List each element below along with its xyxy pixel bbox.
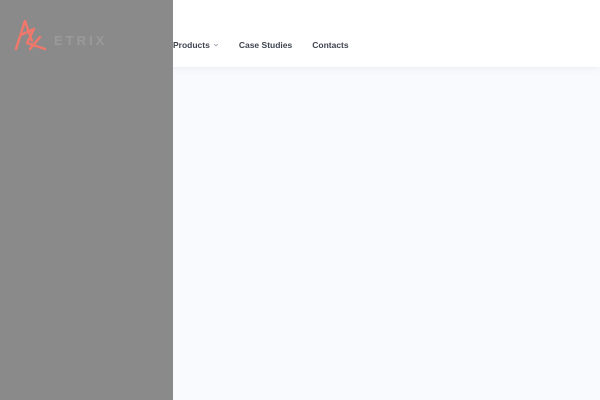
chevron-down-icon [213,43,218,46]
nav-item-label: Products [173,39,210,50]
side-overlay[interactable] [0,0,173,400]
main-nav: Products Case Studies Contacts [173,0,349,89]
site-logo[interactable]: ETRIX [12,17,107,53]
nav-item-contacts[interactable]: Contacts [312,40,348,50]
page: Products Case Studies Contacts ETRIX [0,0,600,400]
nav-item-products[interactable]: Products [173,40,219,50]
nav-item-case-studies[interactable]: Case Studies [239,40,292,50]
nav-item-label: Contacts [312,39,349,50]
nav-item-label: Case Studies [238,39,293,50]
logo-text: ETRIX [54,32,108,48]
triangle-logo-icon [14,19,47,51]
